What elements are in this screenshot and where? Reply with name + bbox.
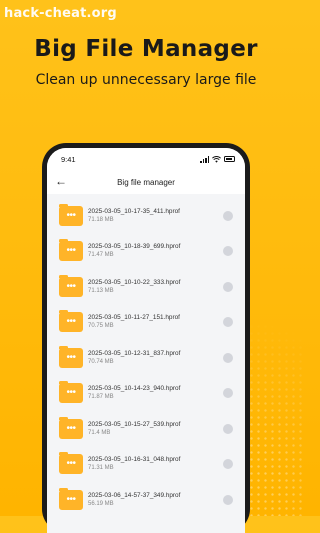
file-info: 2025-03-05_10-16-31_048.hprof 71.31 MB [88, 455, 223, 473]
back-arrow-icon[interactable]: ← [55, 175, 67, 187]
file-row[interactable]: ••• 2025-03-05_10-12-31_837.hprof 70.74 MB [59, 340, 237, 376]
radio-unchecked-icon[interactable] [223, 246, 233, 257]
file-info: 2025-03-05_10-15-27_539.hprof 71.4 MB [88, 420, 223, 438]
folder-icon: ••• [59, 452, 83, 475]
radio-unchecked-icon[interactable] [223, 317, 233, 328]
folder-icon: ••• [59, 381, 83, 404]
file-info: 2025-03-05_10-18-39_699.hprof 71.47 MB [88, 242, 223, 260]
watermark: hack-cheat.org [4, 6, 117, 21]
folder-icon: ••• [59, 416, 83, 439]
status-time: 9:41 [61, 154, 76, 164]
file-name: 2025-03-05_10-15-27_539.hprof [88, 420, 181, 428]
file-row[interactable]: ••• 2025-03-05_10-15-27_539.hprof 71.4 MB [59, 411, 237, 447]
file-name: 2025-03-05_10-18-39_699.hprof [88, 243, 181, 251]
promo-subtitle: Clean up unnecessary large file [35, 72, 257, 88]
file-row[interactable]: ••• 2025-03-05_10-16-31_048.hprof 71.31 MB [59, 447, 237, 483]
file-size: 71.4 MB [88, 429, 111, 436]
folder-icon: ••• [59, 274, 83, 297]
file-row[interactable]: ••• 2025-03-05_10-17-35_411.hprof 71.18 MB [59, 198, 237, 234]
promo-title: Big File Manager [34, 36, 258, 62]
status-icons [200, 155, 235, 163]
file-size: 71.47 MB [88, 252, 114, 259]
file-row[interactable]: ••• 2025-03-06_14-57-37_349.hprof 56.19 MB [59, 482, 237, 518]
wifi-icon [212, 155, 221, 163]
file-info: 2025-03-05_10-10-22_333.hprof 71.13 MB [88, 278, 223, 296]
file-size: 71.18 MB [88, 216, 114, 223]
phone-frame: 9:41 ← Big file manager ••• 2025-03-05_10… [42, 143, 250, 533]
signal-icon [200, 156, 209, 163]
file-row[interactable]: ••• 2025-03-05_10-10-22_333.hprof 71.13 MB [59, 269, 237, 305]
file-size: 70.74 MB [88, 358, 114, 365]
phone-screen: 9:41 ← Big file manager ••• 2025-03-05_10… [47, 148, 245, 533]
file-name: 2025-03-05_10-12-31_837.hprof [88, 349, 181, 357]
file-row[interactable]: ••• 2025-03-05_10-14-23_940.hprof 71.87 MB [59, 376, 237, 412]
app-title: Big file manager [117, 177, 175, 187]
radio-unchecked-icon[interactable] [223, 388, 233, 399]
file-list: ••• 2025-03-05_10-17-35_411.hprof 71.18 MB… [47, 194, 245, 518]
file-info: 2025-03-05_10-11-27_151.hprof 70.75 MB [88, 313, 223, 331]
file-size: 71.31 MB [88, 465, 114, 472]
folder-icon: ••• [59, 310, 83, 333]
file-info: 2025-03-06_14-57-37_349.hprof 56.19 MB [88, 491, 223, 509]
file-name: 2025-03-05_10-17-35_411.hprof [88, 207, 180, 215]
file-info: 2025-03-05_10-14-23_940.hprof 71.87 MB [88, 384, 223, 402]
file-size: 70.75 MB [88, 323, 114, 330]
folder-icon: ••• [59, 487, 83, 510]
radio-unchecked-icon[interactable] [223, 352, 233, 363]
status-bar: 9:41 [47, 148, 245, 170]
folder-icon: ••• [59, 345, 83, 368]
file-name: 2025-03-05_10-10-22_333.hprof [88, 278, 181, 286]
radio-unchecked-icon[interactable] [223, 459, 233, 470]
radio-unchecked-icon[interactable] [223, 423, 233, 434]
file-size: 71.87 MB [88, 394, 114, 401]
file-row[interactable]: ••• 2025-03-05_10-11-27_151.hprof 70.75 MB [59, 305, 237, 341]
file-name: 2025-03-06_14-57-37_349.hprof [88, 491, 181, 499]
file-name: 2025-03-05_10-16-31_048.hprof [88, 456, 181, 464]
file-size: 71.13 MB [88, 287, 114, 294]
battery-icon [224, 156, 235, 162]
radio-unchecked-icon[interactable] [223, 494, 233, 505]
file-row[interactable]: ••• 2025-03-05_10-18-39_699.hprof 71.47 MB [59, 234, 237, 270]
file-name: 2025-03-05_10-11-27_151.hprof [88, 314, 180, 322]
folder-icon: ••• [59, 239, 83, 262]
app-bar: ← Big file manager [47, 170, 245, 194]
file-info: 2025-03-05_10-17-35_411.hprof 71.18 MB [88, 207, 223, 225]
file-info: 2025-03-05_10-12-31_837.hprof 70.74 MB [88, 349, 223, 367]
radio-unchecked-icon[interactable] [223, 210, 233, 221]
folder-icon: ••• [59, 203, 83, 226]
file-size: 56.19 MB [88, 500, 114, 507]
radio-unchecked-icon[interactable] [223, 281, 233, 292]
file-name: 2025-03-05_10-14-23_940.hprof [88, 385, 181, 393]
